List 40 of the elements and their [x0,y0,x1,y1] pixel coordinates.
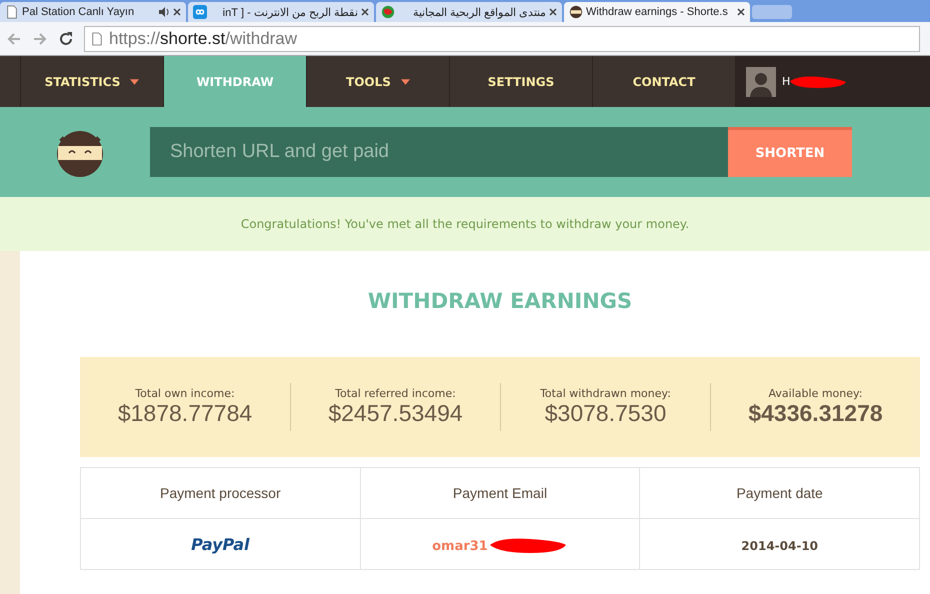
paypal-logo: PayPal [191,534,250,554]
tab-title: نقطة الربح من الانترنت - [ inT [222,6,358,18]
user-name[interactable]: H [782,75,790,88]
browser-tab[interactable]: نقطة الربح من الانترنت - [ inT [188,2,374,22]
stat-value: $1878.77784 [118,400,252,427]
globe-icon [381,5,395,19]
success-notice: Congratulations! You've met all the requirements to withdraw your money. [0,197,930,251]
reload-icon[interactable] [58,30,74,46]
stat-value: $4336.31278 [748,400,883,427]
tab-title: Withdraw earnings - Shorte.s [586,6,729,18]
column-header: Payment Email [360,468,640,518]
column-header: Payment processor [80,468,360,518]
page-title: WITHDRAW EARNINGS [366,289,634,315]
stat-label: Total withdrawn money: [540,387,671,400]
close-icon[interactable] [361,8,369,16]
date-cell: 2014-04-10 [741,538,818,552]
ninja-icon [569,5,583,19]
close-icon[interactable] [173,8,181,16]
browser-tab[interactable]: Pal Station Canlı Yayın [0,2,186,22]
avatar-icon[interactable] [746,66,776,96]
browser-tab[interactable]: Withdraw earnings - Shorte.s [564,2,750,22]
close-icon[interactable] [549,8,557,16]
page-icon [5,5,19,19]
column-header: Payment date [640,468,920,518]
tab-title: Pal Station Canlı Yayın [22,6,136,18]
stat-value: $2457.53494 [328,400,463,427]
url-input-field[interactable]: Shorten URL and get paid [150,127,728,177]
close-icon[interactable] [737,8,745,16]
url-text: https://shorte.st/withdraw [109,28,298,48]
page-icon [91,32,103,46]
stat-label: Total own income: [135,387,235,400]
stat-label: Total referred income: [335,387,456,400]
loop-icon [193,5,207,19]
address-bar[interactable]: https://shorte.st/withdraw [84,26,920,52]
stat-label: Available money: [768,387,862,400]
tab-title: منتدى المواقع الربحية المجانية [412,6,546,18]
browser-tab[interactable]: منتدى المواقع الربحية المجانية [376,2,562,22]
redaction-mark [788,74,848,88]
stat-value: $3078.7530 [544,400,666,427]
email-cell: omar31 [432,538,488,554]
